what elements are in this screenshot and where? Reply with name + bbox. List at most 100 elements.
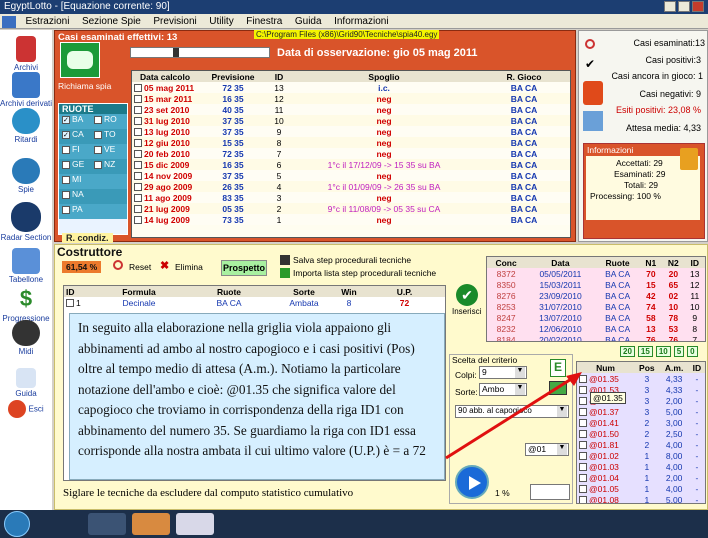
row-checkbox[interactable] xyxy=(134,194,142,203)
ruota-checkbox[interactable] xyxy=(62,190,70,199)
sidebar-item-radar[interactable]: Radar Section xyxy=(0,202,52,242)
table-row[interactable]: 12 giu 2010 15 35 8 neg BA CA xyxy=(132,137,570,148)
table-row[interactable]: 31 lug 2010 37 35 10 neg BA CA xyxy=(132,115,570,126)
menu-sezione-spie[interactable]: Sezione Spie xyxy=(77,14,146,29)
table-row[interactable]: @01.41 2 3,00 - xyxy=(577,417,705,428)
ruota-ca[interactable]: ✓ CA xyxy=(62,129,94,139)
row-checkbox[interactable] xyxy=(579,496,587,503)
importa-link[interactable]: Importa lista step procedurali tecniche xyxy=(293,268,436,278)
ruota-checkbox[interactable] xyxy=(62,205,70,214)
row-checkbox[interactable] xyxy=(134,128,142,137)
reset-icon[interactable] xyxy=(113,260,123,270)
ruota-mi[interactable]: MI xyxy=(62,174,94,184)
row-checkbox[interactable] xyxy=(134,216,142,225)
row-checkbox[interactable] xyxy=(579,485,587,494)
prospetto-button[interactable]: Prospetto xyxy=(221,260,267,276)
ruota-checkbox[interactable]: ✓ xyxy=(62,130,70,139)
table-row[interactable]: 8372 05/05/2011 BA CA 70 20 13 xyxy=(487,268,705,279)
row-checkbox[interactable] xyxy=(134,95,142,104)
close-button[interactable] xyxy=(692,1,704,12)
table-row[interactable]: @01.04 1 2,00 - xyxy=(577,472,705,483)
table-row[interactable]: @01.05 1 4,00 - xyxy=(577,483,705,494)
sidebar-item-spie[interactable]: Spie xyxy=(0,158,52,194)
sidebar-item-esci[interactable]: Esci xyxy=(0,400,52,419)
taskbar-app-network[interactable] xyxy=(88,513,126,535)
table-row[interactable]: 8276 23/09/2010 BA CA 42 02 11 xyxy=(487,290,705,301)
row-checkbox[interactable] xyxy=(66,299,74,308)
reset-button[interactable]: Reset xyxy=(129,262,151,272)
ruota-checkbox[interactable] xyxy=(94,130,102,139)
row-checkbox[interactable] xyxy=(134,172,142,181)
ruota-nz[interactable]: NZ xyxy=(94,159,126,169)
table-row[interactable]: 05 mag 2011 72 35 13 i.c. BA CA xyxy=(132,82,570,93)
table-row[interactable]: 14 nov 2009 37 35 5 neg BA CA xyxy=(132,170,570,181)
ruota-pa[interactable]: PA xyxy=(62,204,94,214)
menu-guida[interactable]: Guida xyxy=(290,14,327,29)
sidebar-item-guida[interactable]: Guida xyxy=(0,368,52,398)
table-row[interactable]: 8247 13/07/2010 BA CA 58 78 9 xyxy=(487,312,705,323)
taskbar-app-egyptlotto[interactable] xyxy=(132,513,170,535)
ruota-ro[interactable]: RO xyxy=(94,114,126,124)
check-icon[interactable]: ✔ xyxy=(456,284,478,306)
start-button[interactable] xyxy=(4,511,30,537)
menu-utility[interactable]: Utility xyxy=(204,14,238,29)
table-row[interactable]: 8184 20/02/2010 BA CA 76 76 7 xyxy=(487,334,705,342)
scrollbar[interactable] xyxy=(130,47,270,58)
table-row[interactable]: @01.37 3 5,00 - xyxy=(577,406,705,417)
ruota-checkbox[interactable] xyxy=(62,145,70,154)
row-checkbox[interactable] xyxy=(134,84,142,93)
sidebar-item-progressione[interactable]: $ Progressione xyxy=(0,287,52,324)
taskbar-app-printer[interactable] xyxy=(176,513,214,535)
row-checkbox[interactable] xyxy=(134,117,142,126)
maximize-button[interactable] xyxy=(678,1,690,12)
play-button[interactable] xyxy=(455,465,489,499)
minimize-button[interactable] xyxy=(664,1,676,12)
inserisci-button[interactable]: Inserisci xyxy=(452,307,481,316)
table-row[interactable]: 23 set 2010 40 35 11 neg BA CA xyxy=(132,104,570,115)
menu-informazioni[interactable]: Informazioni xyxy=(329,14,393,29)
ruota-na[interactable]: NA xyxy=(62,189,94,199)
row-checkbox[interactable] xyxy=(134,205,142,214)
table-row[interactable]: @01.02 1 8,00 - xyxy=(577,450,705,461)
ruota-ve[interactable]: VE xyxy=(94,144,126,154)
salva-link[interactable]: Salva step procedurali tecniche xyxy=(293,255,411,265)
sidebar-item-archivi[interactable]: Archivi xyxy=(0,36,52,72)
sidebar-item-midi[interactable]: Midi xyxy=(0,320,52,356)
row-checkbox[interactable] xyxy=(134,161,142,170)
table-row[interactable]: @01.50 2 2,50 - xyxy=(577,428,705,439)
menu-previsioni[interactable]: Previsioni xyxy=(148,14,201,29)
delete-icon[interactable]: ✖ xyxy=(160,259,169,272)
menu-estrazioni[interactable]: Estrazioni xyxy=(21,14,75,29)
table-row[interactable]: 29 ago 2009 26 35 4 1°c il 01/09/09 -> 26 3… xyxy=(132,181,570,192)
sidebar-item-tabellone[interactable]: Tabellone xyxy=(0,248,52,284)
ruota-to[interactable]: TO xyxy=(94,129,126,139)
row-checkbox[interactable] xyxy=(134,106,142,115)
table-row[interactable]: 8232 12/06/2010 BA CA 13 53 8 xyxy=(487,323,705,334)
table-row[interactable]: @01.81 2 4,00 - xyxy=(577,439,705,450)
table-row[interactable]: @01.08 1 5,00 - xyxy=(577,494,705,503)
ruota-checkbox[interactable] xyxy=(62,175,70,184)
ruota-checkbox[interactable] xyxy=(94,145,102,154)
row-checkbox[interactable] xyxy=(134,183,142,192)
row-checkbox[interactable] xyxy=(134,139,142,148)
table-row[interactable]: 8350 15/03/2011 BA CA 15 65 12 xyxy=(487,279,705,290)
table-row[interactable]: 21 lug 2009 05 35 2 9°c il 11/08/09 -> 05 3… xyxy=(132,203,570,214)
table-row[interactable]: 11 ago 2009 83 35 3 neg BA CA xyxy=(132,192,570,203)
table-row[interactable]: 1 Decinale BA CA Ambata 8 72 xyxy=(64,297,445,308)
table-row[interactable]: @01.35 3 4,33 - xyxy=(577,373,705,384)
menu-finestra[interactable]: Finestra xyxy=(241,14,287,29)
sidebar-item-ritardi[interactable]: Ritardi xyxy=(0,108,52,144)
row-checkbox[interactable] xyxy=(579,474,587,483)
ruota-checkbox[interactable] xyxy=(94,115,102,124)
elimina-button[interactable]: Elimina xyxy=(175,262,203,272)
ruota-checkbox[interactable] xyxy=(94,160,102,169)
table-row[interactable]: 13 lug 2010 37 35 9 neg BA CA xyxy=(132,126,570,137)
r-condiz-button[interactable]: R. condiz. xyxy=(62,233,113,243)
table-row[interactable]: 15 dic 2009 16 35 6 1°c il 17/12/09 -> 15 3… xyxy=(132,159,570,170)
table-row[interactable]: 20 feb 2010 72 35 7 neg BA CA xyxy=(132,148,570,159)
table-row[interactable]: @01.03 1 4,00 - xyxy=(577,461,705,472)
row-checkbox[interactable] xyxy=(134,150,142,159)
ruota-fi[interactable]: FI xyxy=(62,144,94,154)
scroll-thumb[interactable] xyxy=(173,48,179,57)
table-row[interactable]: 15 mar 2011 16 35 12 neg BA CA xyxy=(132,93,570,104)
